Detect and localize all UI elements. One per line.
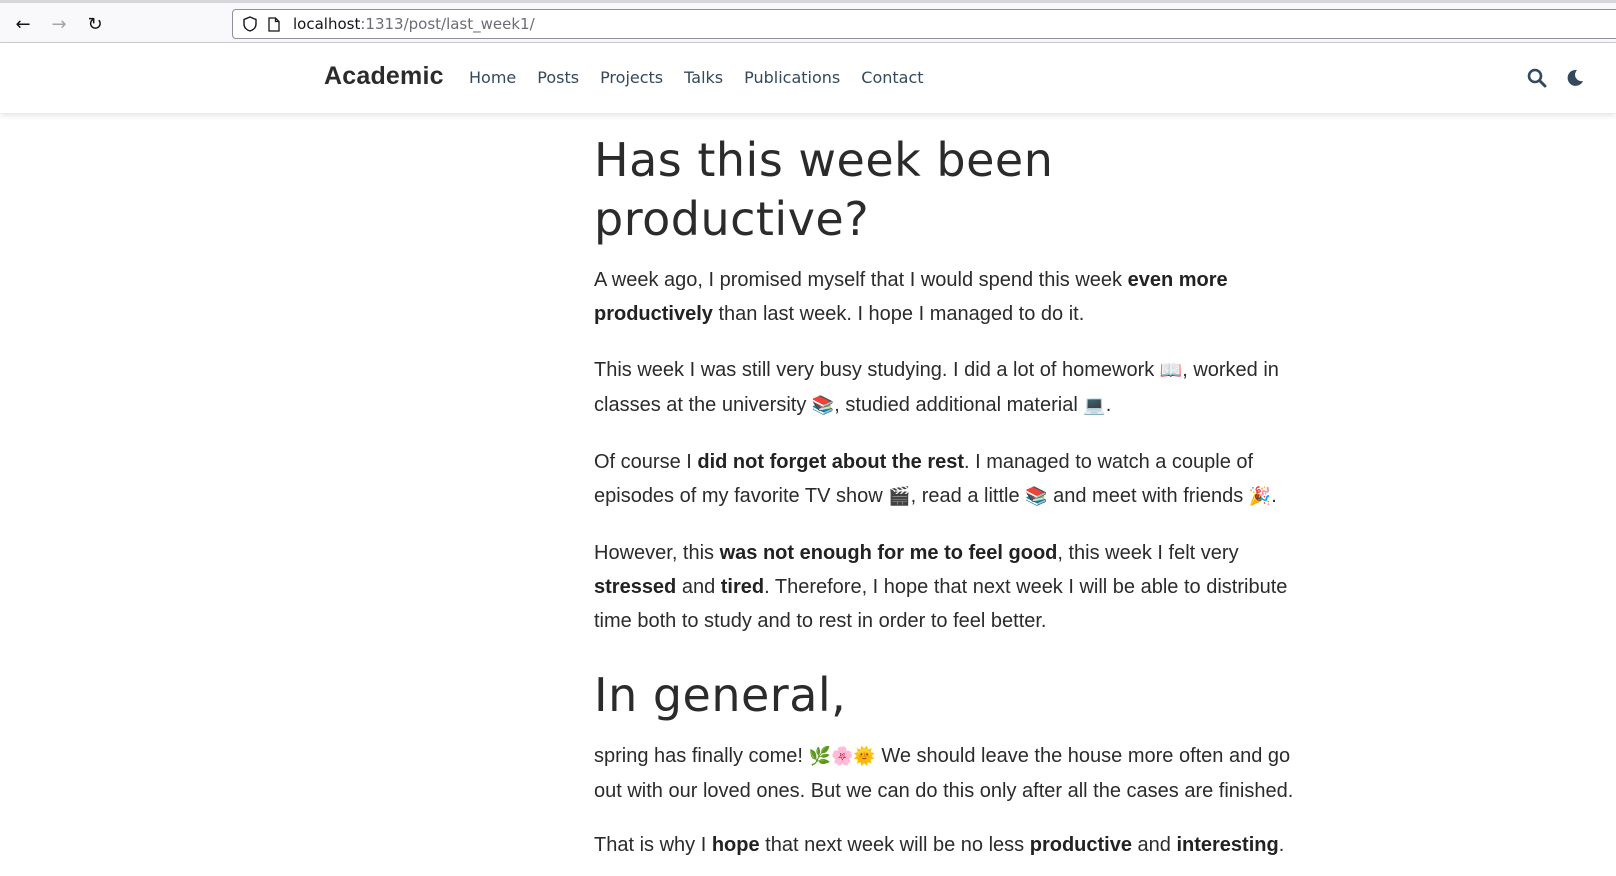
bold-text: was not enough for me to feel good bbox=[719, 542, 1058, 564]
text: and bbox=[1131, 834, 1177, 856]
url-text[interactable]: localhost:1313/post/last_week1/ bbox=[293, 15, 535, 33]
back-arrow-icon: ← bbox=[15, 13, 31, 35]
bold-text: stressed bbox=[594, 576, 677, 598]
party-popper-icon: 🎉 bbox=[1248, 486, 1272, 507]
menu-item-contact[interactable]: Contact bbox=[861, 68, 923, 87]
paragraph-2: This week I was still very busy studying… bbox=[594, 353, 1314, 423]
forward-button[interactable]: → bbox=[47, 12, 71, 36]
reload-icon: ↻ bbox=[87, 13, 103, 35]
clapper-board-icon: 🎬 bbox=[888, 486, 911, 507]
books-icon: 📚 bbox=[811, 395, 835, 416]
text: . bbox=[1278, 834, 1285, 856]
shield-icon[interactable] bbox=[241, 15, 259, 33]
reload-button[interactable]: ↻ bbox=[83, 12, 107, 36]
article-title: Has this week been productive? bbox=[594, 133, 1054, 246]
text: and bbox=[676, 576, 721, 598]
text: , studied additional material bbox=[834, 394, 1084, 416]
article: Has this week been productive? A week ag… bbox=[594, 127, 1314, 862]
text: and meet with friends bbox=[1047, 485, 1249, 507]
menu-item-posts[interactable]: Posts bbox=[537, 68, 579, 87]
books-icon: 📚 bbox=[1025, 486, 1048, 507]
address-bar[interactable]: localhost:1313/post/last_week1/ bbox=[232, 9, 1616, 39]
url-host: localhost bbox=[293, 15, 361, 33]
text: This week I was still very busy studying… bbox=[594, 359, 1160, 381]
moon-icon[interactable] bbox=[1564, 67, 1586, 89]
text: . bbox=[1271, 485, 1277, 507]
menu-item-projects[interactable]: Projects bbox=[600, 68, 663, 87]
text: , this week I felt very bbox=[1057, 542, 1239, 564]
back-button[interactable]: ← bbox=[11, 12, 35, 36]
book-icon: 📖 bbox=[1159, 360, 1183, 381]
section-heading: In general, bbox=[594, 668, 847, 722]
bold-text: hope bbox=[711, 834, 760, 856]
bold-text: productive bbox=[1029, 834, 1132, 856]
bold-text: interesting bbox=[1176, 834, 1279, 856]
page-icon bbox=[265, 15, 283, 33]
bold-text: tired bbox=[720, 576, 765, 598]
forward-arrow-icon: → bbox=[51, 13, 67, 35]
spring-icons: 🌿🌸🌞 bbox=[808, 746, 876, 767]
site-navbar: Academic Home Posts Projects Talks Publi… bbox=[0, 43, 1616, 113]
text: . bbox=[1105, 394, 1112, 416]
text: than last week. I hope I managed to do i… bbox=[712, 303, 1085, 325]
paragraph-3: Of course I did not forget about the res… bbox=[594, 445, 1314, 514]
text: that next week will be no less bbox=[759, 834, 1030, 856]
bold-text: did not forget about the rest bbox=[697, 451, 965, 473]
menu-item-home[interactable]: Home bbox=[469, 68, 516, 87]
main-menu: Home Posts Projects Talks Publications C… bbox=[469, 68, 945, 87]
url-path: :1313/post/last_week1/ bbox=[360, 15, 535, 33]
paragraph-5: spring has finally come! 🌿🌸🌞 We should l… bbox=[594, 739, 1314, 808]
text: spring has finally come! bbox=[594, 745, 809, 767]
text: However, this bbox=[594, 542, 720, 564]
paragraph-6: That is why I hope that next week will b… bbox=[594, 828, 1314, 862]
browser-toolbar: ← → ↻ localhost:1313/post/last_week1/ bbox=[0, 0, 1616, 43]
text: That is why I bbox=[594, 834, 712, 856]
site-brand[interactable]: Academic bbox=[324, 62, 444, 91]
search-icon[interactable] bbox=[1526, 67, 1548, 89]
laptop-icon: 💻 bbox=[1083, 395, 1106, 416]
menu-item-publications[interactable]: Publications bbox=[744, 68, 840, 87]
text: , read a little bbox=[910, 485, 1026, 507]
text: Of course I bbox=[594, 451, 698, 473]
text: A week ago, I promised myself that I wou… bbox=[594, 269, 1128, 291]
menu-item-talks[interactable]: Talks bbox=[684, 68, 723, 87]
paragraph-1: A week ago, I promised myself that I wou… bbox=[594, 263, 1314, 331]
paragraph-4: However, this was not enough for me to f… bbox=[594, 536, 1314, 638]
